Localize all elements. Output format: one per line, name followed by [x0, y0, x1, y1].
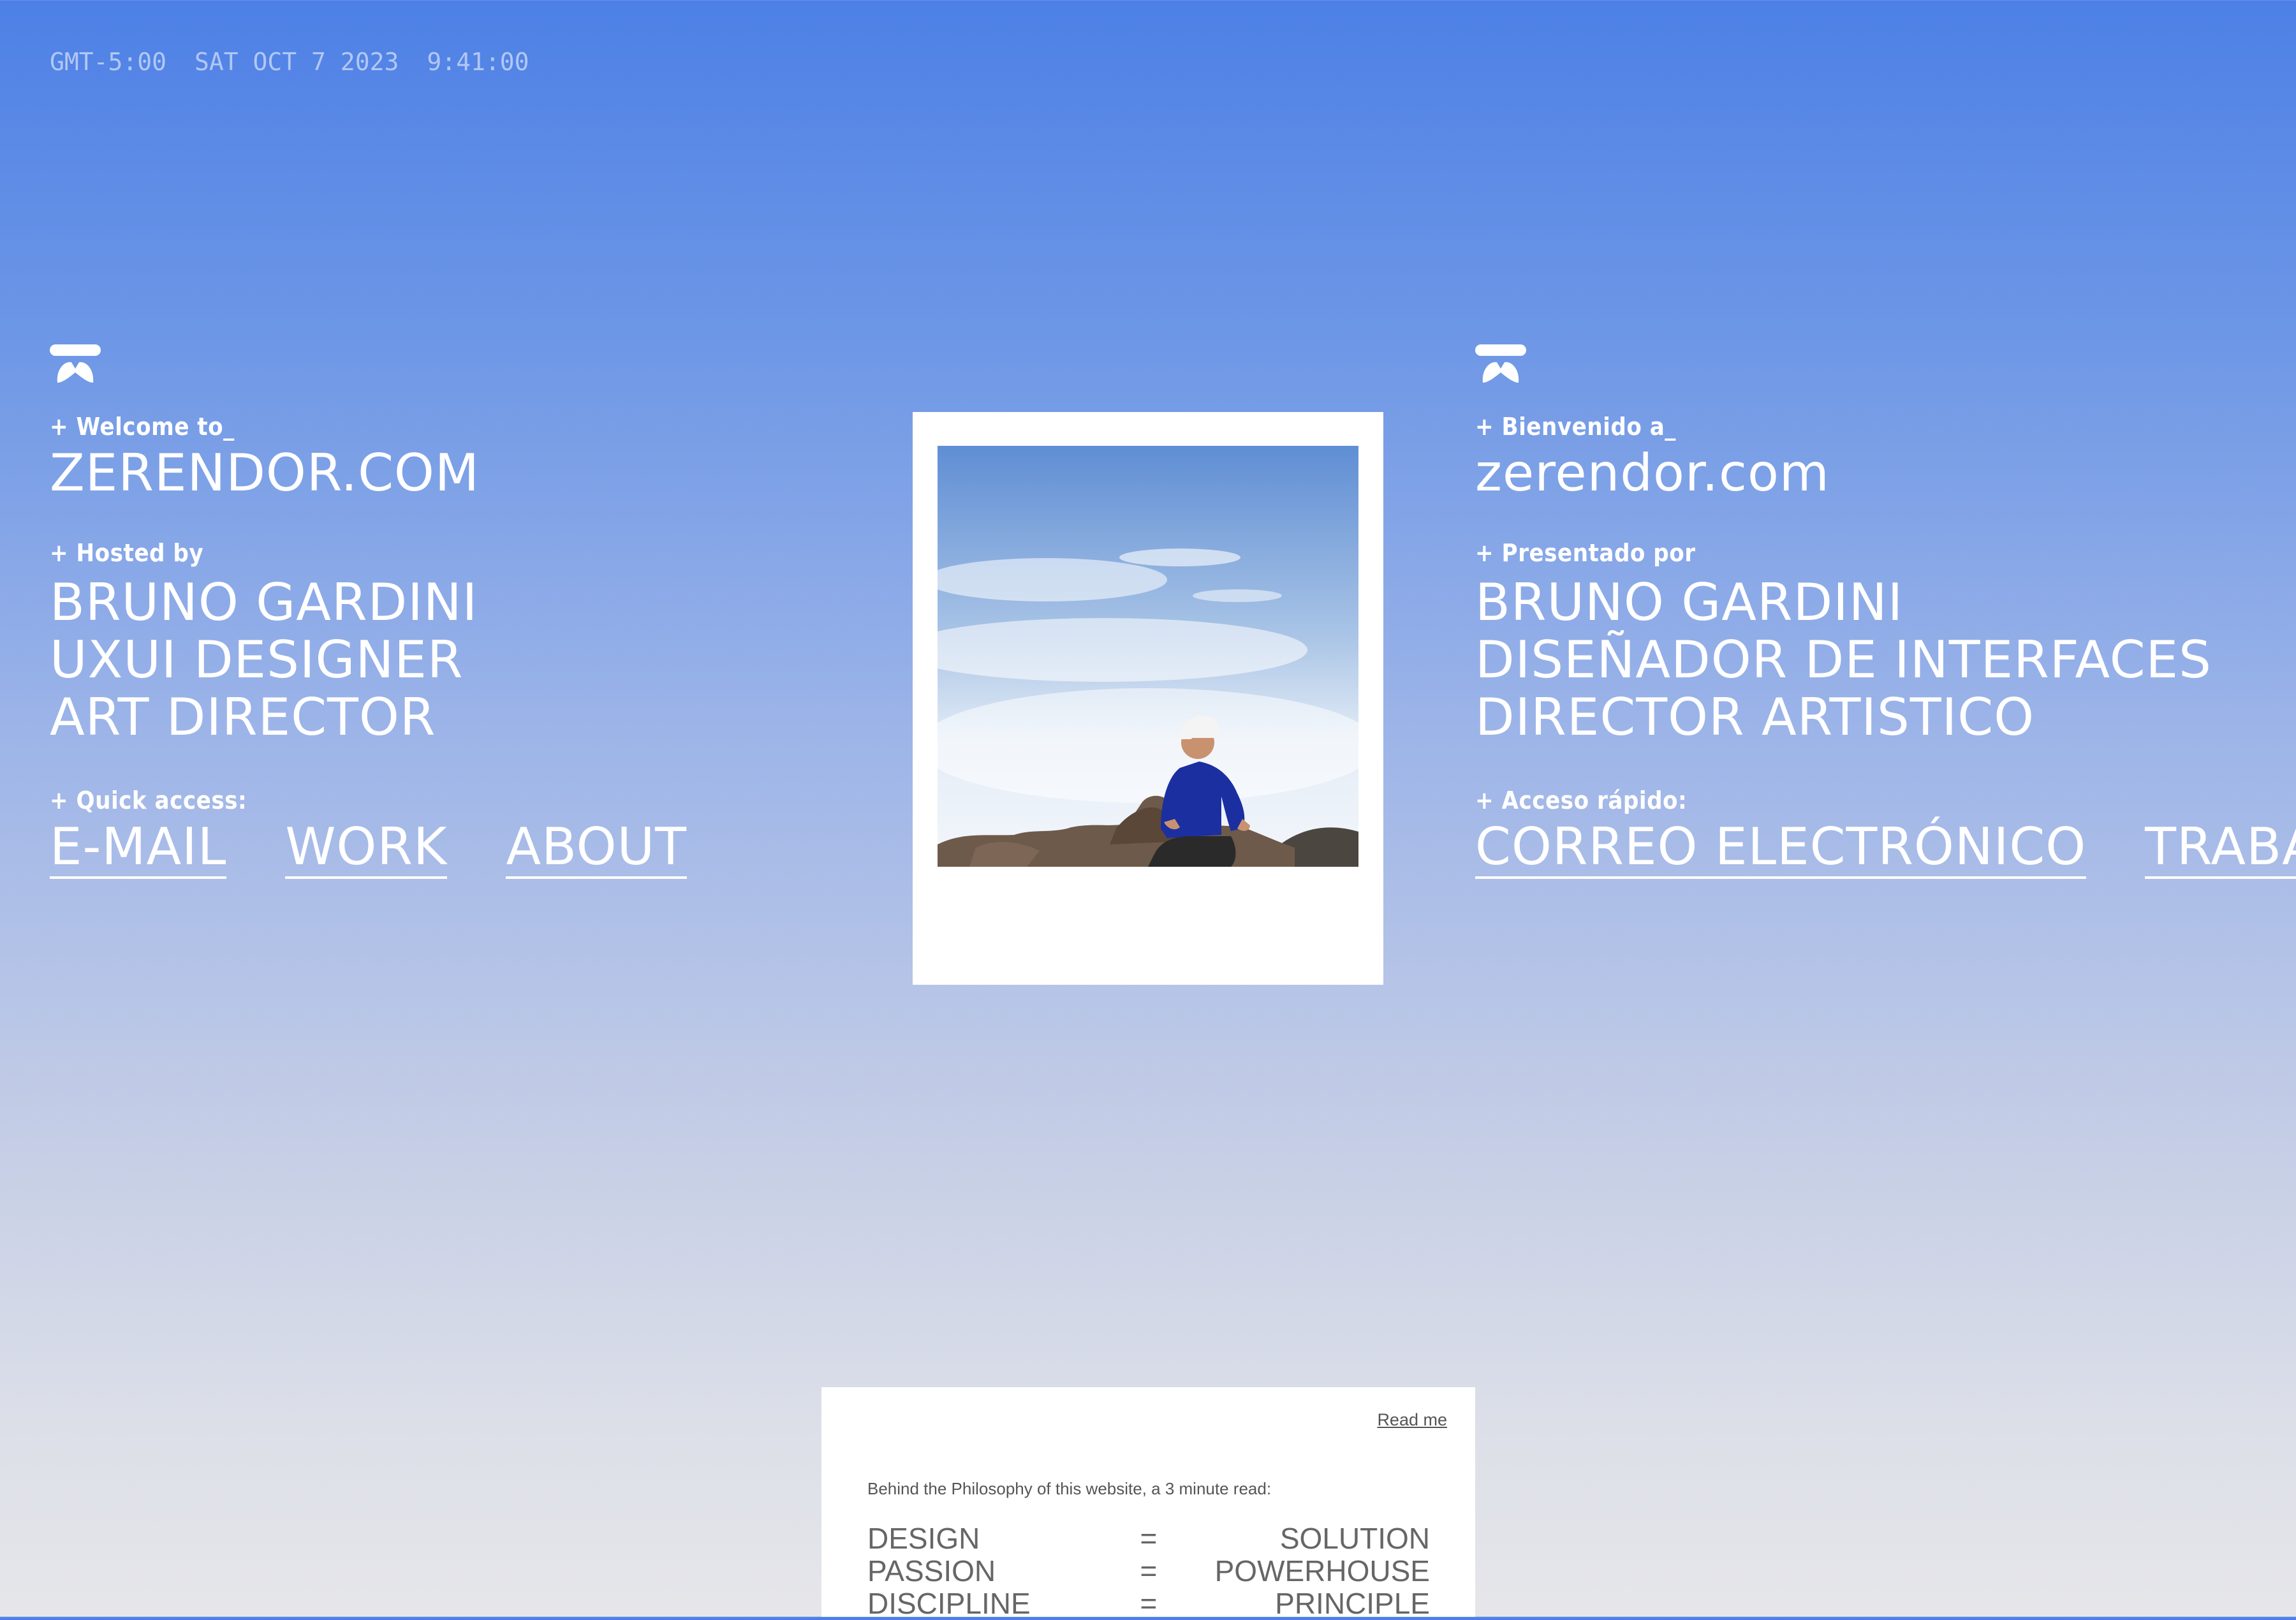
site-name-es: zerendor.com — [1475, 443, 1830, 503]
read-me-link[interactable]: Read me — [1377, 1410, 1447, 1430]
work-link[interactable]: WORK — [285, 821, 448, 879]
host-role: DISEÑADOR DE INTERFACES — [1475, 630, 2212, 689]
time-text: 9:41:00 — [427, 48, 529, 76]
row-value: PRINCIPLE — [1275, 1587, 1430, 1620]
table-row: DISCIPLINE = PRINCIPLE — [867, 1587, 1430, 1620]
right-column: + Bienvenido a_ zerendor.com + Presentad… — [1475, 344, 2296, 879]
site-name: ZERENDOR.COM — [50, 443, 480, 503]
zerendor-logo-icon — [50, 344, 101, 383]
about-link[interactable]: ABOUT — [506, 821, 688, 879]
quick-access-label: + Quick access: — [50, 786, 247, 814]
timezone-text: GMT-5:00 — [50, 48, 167, 76]
quick-access-links-es: CORREO ELECTRÓNICO TRABAJO — [1475, 821, 2296, 879]
row-equals: = — [1140, 1522, 1158, 1555]
table-row: PASSION = POWERHOUSE — [867, 1555, 1430, 1587]
row-key: DESIGN — [867, 1522, 980, 1555]
welcome-label-es: + Bienvenido a_ — [1475, 413, 1676, 441]
host-role: UXUI DESIGNER — [50, 630, 464, 689]
host-info-es: BRUNO GARDINI DISEÑADOR DE INTERFACES DI… — [1475, 574, 2296, 746]
row-value: SOLUTION — [1279, 1522, 1430, 1555]
table-row: DESIGN = SOLUTION — [867, 1522, 1430, 1555]
host-role: ART DIRECTOR — [50, 688, 436, 747]
profile-photo — [938, 446, 1358, 867]
hosted-by-label-es: + Presentado por — [1475, 539, 1696, 567]
card-intro-text: Behind the Philosophy of this website, a… — [867, 1479, 1272, 1498]
row-key: PASSION — [867, 1554, 996, 1587]
quick-access-label-es: + Acceso rápido: — [1475, 786, 1688, 814]
email-link-es[interactable]: CORREO ELECTRÓNICO — [1475, 821, 2087, 879]
zerendor-logo-icon — [1475, 344, 1526, 383]
host-name: BRUNO GARDINI — [50, 573, 478, 632]
host-name: BRUNO GARDINI — [1475, 573, 1904, 632]
date-text: SAT OCT 7 2023 — [195, 48, 399, 76]
email-link[interactable]: E-MAIL — [50, 821, 227, 879]
polaroid-photo-frame — [913, 412, 1383, 985]
philosophy-table: DESIGN = SOLUTION PASSION = POWERHOUSE D… — [867, 1522, 1430, 1620]
work-link-es[interactable]: TRABAJO — [2145, 821, 2296, 879]
quick-access-links: E-MAIL WORK ABOUT — [50, 821, 688, 879]
host-info: BRUNO GARDINI UXUI DESIGNER ART DIRECTOR — [50, 574, 687, 746]
hosted-by-label: + Hosted by — [50, 539, 204, 567]
header-clock: GMT-5:00 SAT OCT 7 2023 9:41:00 — [50, 50, 529, 74]
host-role: DIRECTOR ARTISTICO — [1475, 688, 2035, 747]
row-value: POWERHOUSE — [1214, 1554, 1430, 1587]
row-key: DISCIPLINE — [867, 1587, 1031, 1620]
welcome-label: + Welcome to_ — [50, 413, 235, 441]
row-equals: = — [1140, 1587, 1158, 1620]
left-column: + Welcome to_ ZERENDOR.COM + Hosted by B… — [50, 344, 688, 879]
philosophy-card: Read me Behind the Philosophy of this we… — [821, 1387, 1475, 1620]
row-equals: = — [1140, 1554, 1158, 1587]
